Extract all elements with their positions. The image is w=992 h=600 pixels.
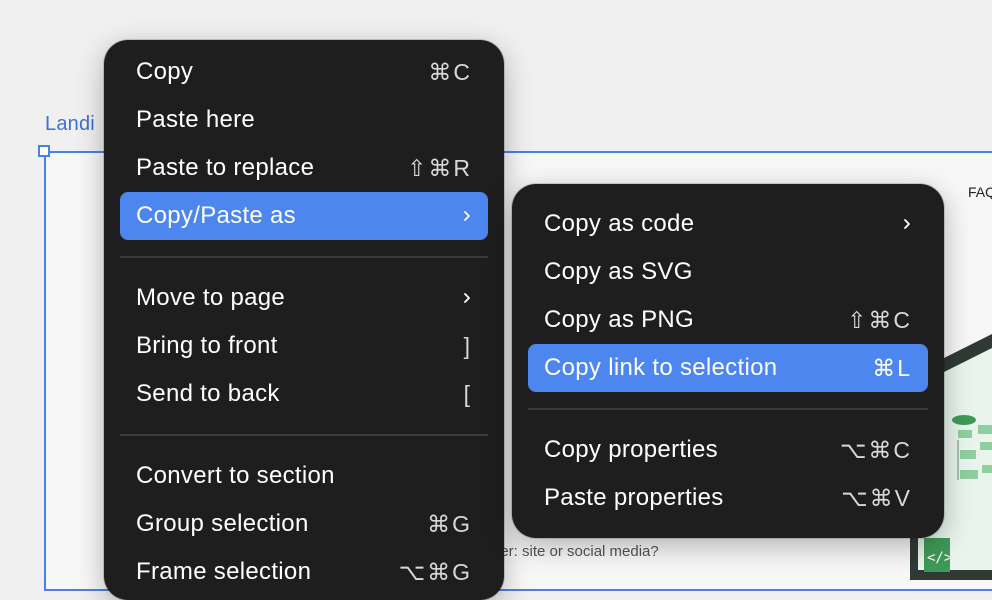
menu-item-paste-properties[interactable]: Paste properties ⌥⌘V	[528, 474, 928, 522]
menu-separator	[120, 434, 488, 436]
menu-item-copy-as-svg[interactable]: Copy as SVG	[528, 248, 928, 296]
shortcut-text: ⌥⌘C	[839, 436, 912, 463]
menu-item-label: Paste to replace	[136, 154, 315, 181]
menu-item-group-selection[interactable]: Group selection ⌘G	[120, 500, 488, 548]
menu-item-move-to-page[interactable]: Move to page	[120, 274, 488, 322]
menu-item-frame-selection[interactable]: Frame selection ⌥⌘G	[120, 548, 488, 596]
shortcut-text: ⌘G	[427, 510, 472, 537]
chevron-right-icon	[464, 293, 470, 303]
shortcut-text: ]	[463, 332, 472, 359]
menu-item-label: Convert to section	[136, 462, 335, 489]
menu-item-copy-as-png[interactable]: Copy as PNG ⇧⌘C	[528, 296, 928, 344]
menu-item-copy[interactable]: Copy ⌘C	[120, 48, 488, 96]
shortcut-text: ⇧⌘C	[847, 306, 912, 333]
frame-label[interactable]: Landi	[45, 113, 95, 136]
menu-item-copy-properties[interactable]: Copy properties ⌥⌘C	[528, 426, 928, 474]
menu-separator	[528, 408, 928, 410]
chevron-right-icon	[904, 219, 910, 229]
menu-item-label: Copy	[136, 58, 194, 85]
menu-item-copy-paste-as[interactable]: Copy/Paste as	[120, 192, 488, 240]
menu-item-label: Copy link to selection	[544, 354, 778, 381]
shortcut-text: ⌥⌘V	[841, 484, 912, 511]
menu-item-copy-link-to-selection[interactable]: Copy link to selection ⌘L	[528, 344, 928, 392]
context-menu: Copy ⌘C Paste here Paste to replace ⇧⌘R …	[104, 40, 504, 600]
menu-item-copy-as-code[interactable]: Copy as code	[528, 200, 928, 248]
menu-item-label: Paste properties	[544, 484, 724, 511]
menu-item-label: Bring to front	[136, 332, 278, 359]
menu-item-bring-to-front[interactable]: Bring to front ]	[120, 322, 488, 370]
shortcut-text: ⌥⌘G	[398, 558, 472, 585]
menu-item-label: Copy as code	[544, 210, 695, 237]
chevron-right-icon	[464, 211, 470, 221]
menu-item-label: Copy as SVG	[544, 258, 693, 285]
shortcut-text: ⌘C	[428, 58, 472, 85]
menu-item-label: Copy/Paste as	[136, 202, 296, 229]
menu-item-send-to-back[interactable]: Send to back [	[120, 370, 488, 418]
menu-item-paste-here[interactable]: Paste here	[120, 96, 488, 144]
menu-item-label: Group selection	[136, 510, 309, 537]
faq-text: FAQ	[968, 184, 992, 200]
menu-item-label: Copy properties	[544, 436, 718, 463]
frame-resize-handle[interactable]	[38, 145, 50, 157]
menu-item-label: Copy as PNG	[544, 306, 695, 333]
menu-item-label: Paste here	[136, 106, 256, 133]
menu-item-label: Move to page	[136, 284, 286, 311]
menu-separator	[120, 256, 488, 258]
menu-item-convert-to-section[interactable]: Convert to section	[120, 452, 488, 500]
background-question-text: her: site or social media?	[492, 543, 659, 560]
shortcut-text: ⇧⌘R	[407, 154, 472, 181]
menu-item-label: Frame selection	[136, 558, 312, 585]
copy-paste-as-submenu: Copy as code Copy as SVG Copy as PNG ⇧⌘C…	[512, 184, 944, 538]
svg-text:</>: </>	[927, 550, 952, 566]
shortcut-text: [	[463, 380, 472, 407]
menu-item-label: Send to back	[136, 380, 280, 407]
menu-item-paste-to-replace[interactable]: Paste to replace ⇧⌘R	[120, 144, 488, 192]
shortcut-text: ⌘L	[872, 354, 912, 381]
